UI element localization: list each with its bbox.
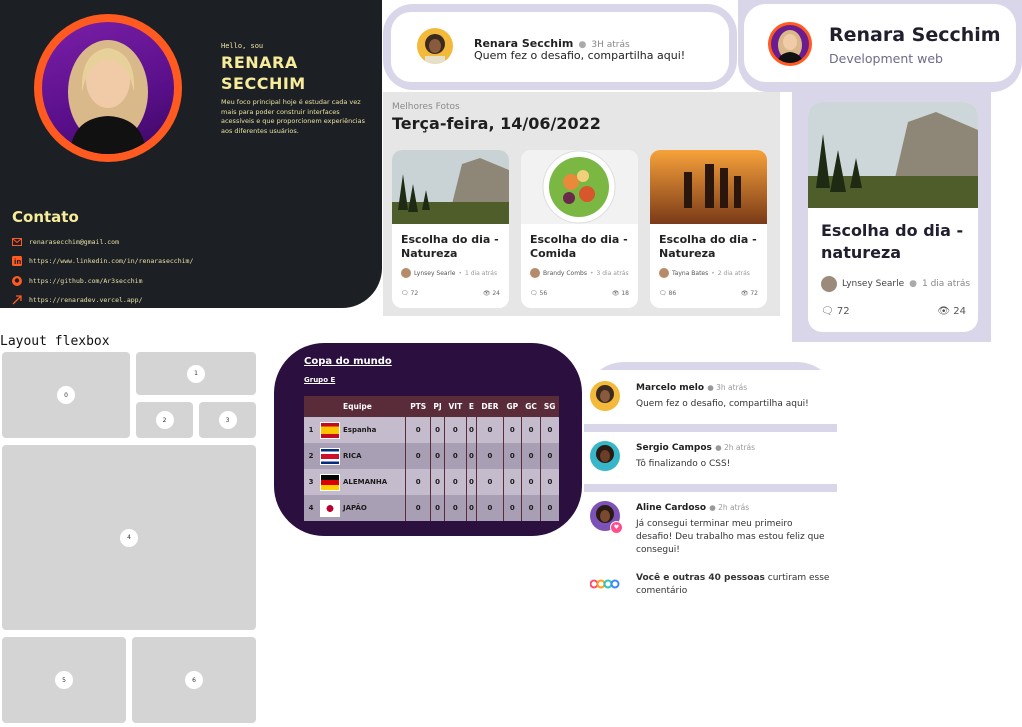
photo-card[interactable]: Escolha do dia - Comida Brandy Combs • 3 d… [521, 150, 638, 308]
avatar [590, 441, 620, 471]
comment-card: Renara Secchim ● 3H atrás Quem fez o des… [391, 12, 729, 82]
photo-title: Escolha do dia - Comida [530, 233, 628, 260]
comment-author: Marcelo melo [636, 383, 705, 393]
avatar [590, 381, 620, 411]
list-item: ♥ Aline Cardoso ● 2h atrás Já consegui t… [590, 501, 835, 561]
avatar [401, 268, 411, 278]
photo-image [650, 150, 767, 224]
photo-author: Lynsey Searle • 1 dia atrás [401, 268, 497, 278]
comment-text: Já consegui terminar meu primeiro desafi… [636, 519, 825, 555]
comment-card-frame: Renara Secchim ● 3H atrás Quem fez o des… [383, 4, 737, 90]
eye-icon: 👁 [482, 290, 491, 297]
spain-flag-icon [320, 421, 340, 439]
comment-icon: 🗨 [659, 290, 667, 297]
comment-author: Aline Cardoso [636, 503, 707, 513]
section-label: Melhores Fotos [392, 102, 460, 112]
list-item: Sergio Campos ● 2h atrás Tô finalizando … [590, 441, 835, 477]
flex-box-5: 5 [2, 637, 126, 723]
list-item: Marcelo melo ● 3h atrás Quem fez o desaf… [590, 381, 835, 417]
photo-stats: 🗨 72 👁 24 [821, 306, 966, 317]
flex-box-1: 1 [136, 352, 256, 395]
costa-rica-flag-icon [320, 447, 340, 465]
comment-author: Sergio Campos [636, 443, 712, 453]
featured-photo-frame: Escolha do dia - natureza Lynsey Searle ●… [792, 92, 991, 342]
avatar: ♥ [590, 501, 623, 534]
profile-card: Renara Secchim Development web [744, 4, 1016, 82]
hero-name: RENARA SECCHIM [221, 53, 306, 93]
svg-text:in: in [14, 258, 21, 266]
comment-text: Quem fez o desafio, compartilha aqui! [474, 49, 686, 62]
eye-icon: 👁 [740, 290, 749, 297]
greeting: Hello, sou [221, 42, 264, 50]
photo-stats: 🗨 86 👁 72 [659, 290, 758, 297]
photo-image [808, 102, 978, 208]
photo-title: Escolha do dia - Natureza [401, 233, 499, 260]
photo-card[interactable]: Escolha do dia - Natureza Lynsey Searle •… [392, 150, 509, 308]
likes-count: Você e outras 40 pessoas [636, 573, 765, 583]
bio-text: Meu foco principal hoje é estudar cada v… [221, 98, 365, 135]
flex-box-6: 6 [132, 637, 256, 723]
flex-box-4: 4 [2, 445, 256, 630]
contact-email[interactable]: renarasecchim@gmail.com [12, 237, 119, 247]
table-header: Equipe PTS PJ VIT E DER GP GC SG [304, 396, 559, 417]
section-date: Terça-feira, 14/06/2022 [392, 114, 601, 133]
table-row: 2 RICA 00000000 [304, 443, 559, 469]
photo-author: Lynsey Searle ● 1 dia atrás [821, 276, 970, 292]
avatar [821, 276, 837, 292]
photo-author: Tayna Bates • 2 dia atrás [659, 268, 750, 278]
photo-image [521, 150, 638, 224]
external-link-icon [12, 295, 22, 305]
heart-icon: ♥ [610, 521, 623, 534]
germany-flag-icon [320, 473, 340, 491]
avatar [417, 28, 453, 64]
profile-card-frame: Renara Secchim Development web [738, 0, 1022, 92]
comment-icon: 🗨 [821, 306, 834, 317]
world-cup-title[interactable]: Copa do mundo [304, 356, 392, 367]
comment-text: Quem fez o desafio, compartilha aqui! [636, 399, 809, 409]
featured-photo-card[interactable]: Escolha do dia - natureza Lynsey Searle ●… [808, 102, 978, 332]
world-cup-card: Copa do mundo Grupo E Equipe PTS PJ VIT … [274, 343, 582, 536]
contact-linkedin[interactable]: in https://www.linkedin.com/in/renarasec… [12, 256, 193, 266]
comment-icon: 🗨 [401, 290, 409, 297]
standings-table: Equipe PTS PJ VIT E DER GP GC SG 1 Espan… [304, 396, 559, 521]
comments-list: Marcelo melo ● 3h atrás Quem fez o desaf… [584, 362, 837, 618]
comment-text: Tô finalizando o CSS! [636, 459, 731, 469]
email-icon [12, 237, 22, 247]
photo-stats: 🗨 72 👁 24 [401, 290, 500, 297]
eye-icon: 👁 [937, 306, 951, 317]
table-row: 3 ALEMANHA 00000000 [304, 469, 559, 495]
photo-stats: 🗨 56 👁 18 [530, 290, 629, 297]
likes-summary: Você e outras 40 pessoas curtiram esse c… [589, 572, 835, 602]
photo-image [392, 150, 509, 224]
avatar [530, 268, 540, 278]
table-row: 4 JAPÃO 00000000 [304, 495, 559, 521]
photo-title: Escolha do dia - Natureza [659, 233, 757, 260]
flex-box-0: 0 [2, 352, 130, 438]
group-title: Grupo E [304, 376, 336, 384]
contact-title: Contato [12, 208, 79, 226]
comment-icon: 🗨 [530, 290, 538, 297]
profile-avatar [34, 14, 182, 162]
avatar [659, 268, 669, 278]
contact-website[interactable]: https://renaradev.vercel.app/ [12, 295, 143, 305]
photo-card[interactable]: Escolha do dia - Natureza Tayna Bates • 2 … [650, 150, 767, 308]
github-icon [12, 276, 22, 286]
photo-title: Escolha do dia - natureza [821, 221, 964, 262]
avatar [768, 22, 812, 66]
profile-name: Renara Secchim [829, 24, 1001, 46]
linkedin-icon: in [12, 256, 22, 266]
reaction-avatars-icon [589, 574, 620, 589]
japan-flag-icon [320, 499, 340, 517]
eye-icon: 👁 [611, 290, 620, 297]
table-row: 1 Espanha 00000000 [304, 417, 559, 443]
contact-github[interactable]: https://github.com/Ar3secchim [12, 276, 143, 286]
profile-role: Development web [829, 51, 943, 66]
flexbox-title: Layout flexbox [0, 334, 110, 349]
photo-author: Brandy Combs • 3 dia atrás [530, 268, 629, 278]
portfolio-card: Hello, sou RENARA SECCHIM Meu foco princ… [0, 0, 382, 308]
flex-box-3: 3 [199, 402, 256, 438]
flex-box-2: 2 [136, 402, 193, 438]
best-photos-section: Melhores Fotos Terça-feira, 14/06/2022 E… [383, 92, 780, 316]
